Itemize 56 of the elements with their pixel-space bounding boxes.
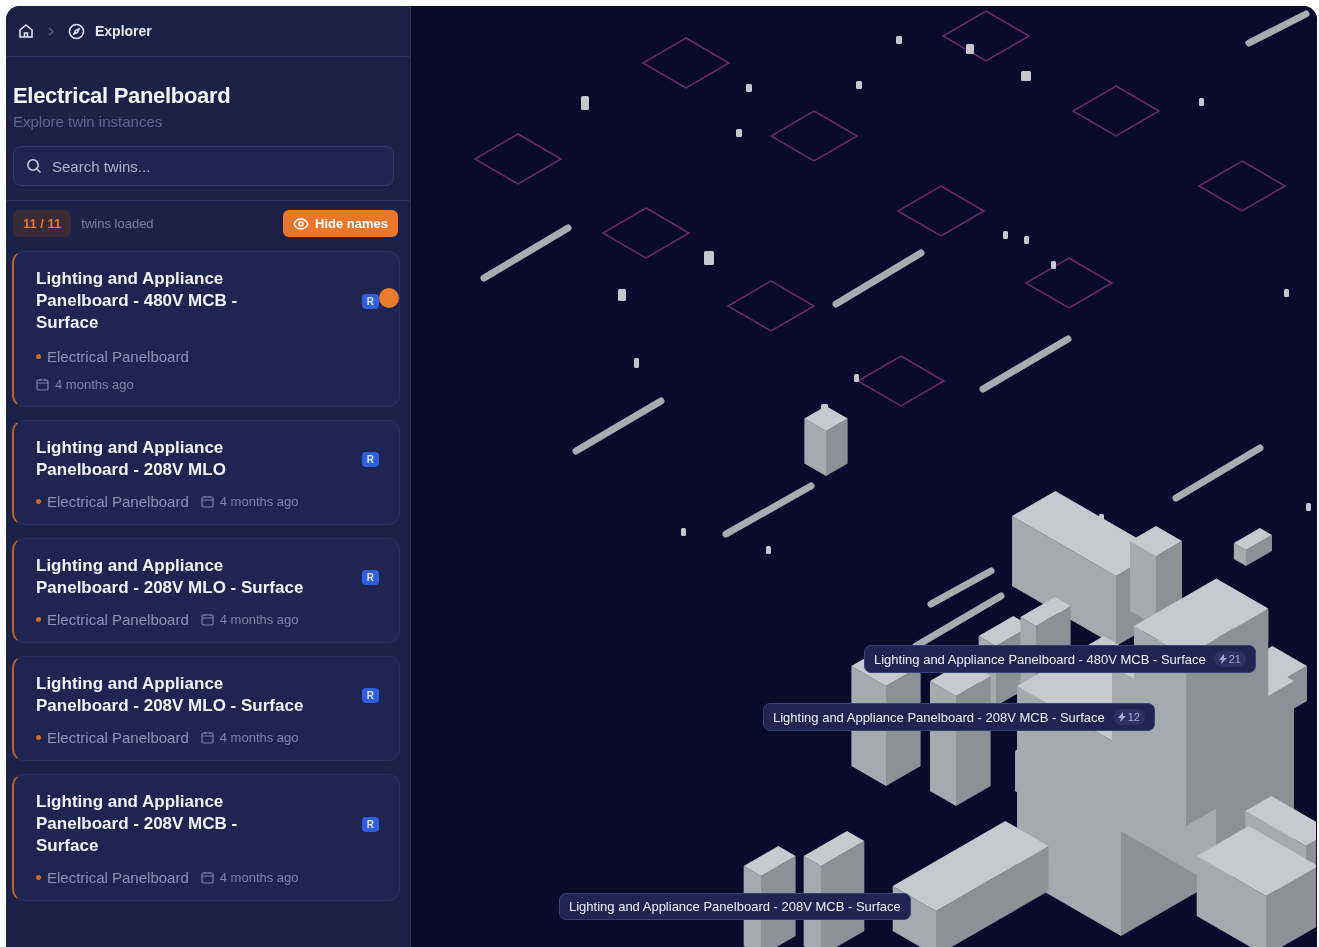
- scene-label-text: Lighting and Appliance Panelboard - 208V MCB - Surface: [569, 899, 901, 914]
- type-badge: R: [361, 569, 379, 585]
- twin-category: Electrical Panelboard: [47, 348, 189, 365]
- twin-title: Lighting and Appliance Panelboard - 480V MCB - Surface: [36, 268, 238, 334]
- connection-count: 12: [1112, 709, 1145, 725]
- calendar-icon: [200, 731, 214, 744]
- breadcrumb-current[interactable]: Explorer: [95, 23, 152, 39]
- twin-title: Lighting and Appliance Panelboard - 208V MLO: [36, 437, 226, 481]
- loaded-label: twins loaded: [81, 216, 155, 231]
- scene-label-text: Lighting and Appliance Panelboard - 208V MCB - Surface: [773, 709, 1105, 725]
- calendar-icon: [200, 613, 214, 626]
- twin-age: 4 months ago: [219, 612, 299, 627]
- scene-label[interactable]: Lighting and Appliance Panelboard - 208V MCB - Surface 12: [763, 703, 1155, 731]
- eye-icon: [293, 217, 309, 230]
- calendar-icon: [36, 378, 49, 391]
- scene-label[interactable]: Lighting and Appliance Panelboard - 480V MCB - Surface 21: [864, 645, 1256, 673]
- type-badge: R: [361, 816, 379, 832]
- twin-age: 4 months ago: [55, 377, 134, 392]
- twin-title: Lighting and Appliance Panelboard - 208V MLO - Surface: [36, 555, 304, 599]
- type-badge: R: [361, 687, 379, 703]
- compass-icon: [68, 22, 85, 40]
- category-dot: [36, 735, 41, 740]
- twin-card[interactable]: Lighting and Appliance Panelboard - 480V MCB - Surface R Electrical Panelboard 4 months ago: [12, 251, 400, 407]
- twin-title: Lighting and Appliance Panelboard - 208V MCB - Surface: [36, 791, 238, 857]
- twin-age: 4 months ago: [219, 730, 299, 745]
- page-subtitle: Explore twin instances: [13, 113, 164, 130]
- search-field[interactable]: Search twins...: [13, 146, 394, 186]
- category-dot: [36, 875, 41, 880]
- category-dot: [36, 617, 41, 622]
- twin-card[interactable]: Lighting and Appliance Panelboard - 208V MLO - Surface R Electrical Panelboard 4 months ago: [12, 538, 400, 643]
- twin-age: 4 months ago: [219, 870, 299, 885]
- scene-label[interactable]: Lighting and Appliance Panelboard - 208V MCB - Surface: [559, 893, 911, 920]
- calendar-icon: [200, 871, 214, 884]
- twin-card[interactable]: Lighting and Appliance Panelboard - 208V MLO R Electrical Panelboard 4 months ago: [12, 420, 400, 525]
- bolt-icon: [1218, 654, 1227, 664]
- search-icon: [26, 158, 42, 174]
- category-dot: [36, 499, 41, 504]
- bolt-icon: [1117, 712, 1126, 722]
- chevron-right-icon: [48, 26, 54, 36]
- scene-label-text: Lighting and Appliance Panelboard - 480V MCB - Surface: [874, 651, 1206, 667]
- twin-age: 4 months ago: [219, 494, 299, 509]
- page-title: Electrical Panelboard: [13, 83, 232, 109]
- twin-title: Lighting and Appliance Panelboard - 208V MLO - Surface: [36, 673, 304, 717]
- twin-category: Electrical Panelboard: [47, 611, 189, 628]
- type-badge: R: [361, 293, 379, 309]
- twin-category: Electrical Panelboard: [47, 729, 189, 746]
- connection-count: 21: [1213, 651, 1246, 667]
- type-badge: R: [361, 451, 379, 467]
- twin-category: Electrical Panelboard: [47, 869, 189, 886]
- twin-card[interactable]: Lighting and Appliance Panelboard - 208V MCB - Surface R Electrical Panelboard 4 months ago: [12, 774, 400, 901]
- loaded-count: 11 / 11: [13, 210, 72, 237]
- twin-category: Electrical Panelboard: [47, 493, 189, 510]
- calendar-icon: [200, 495, 214, 508]
- category-dot: [36, 354, 41, 359]
- twin-card[interactable]: Lighting and Appliance Panelboard - 208V MLO - Surface R Electrical Panelboard 4 months ago: [12, 656, 400, 761]
- home-icon[interactable]: [18, 23, 34, 39]
